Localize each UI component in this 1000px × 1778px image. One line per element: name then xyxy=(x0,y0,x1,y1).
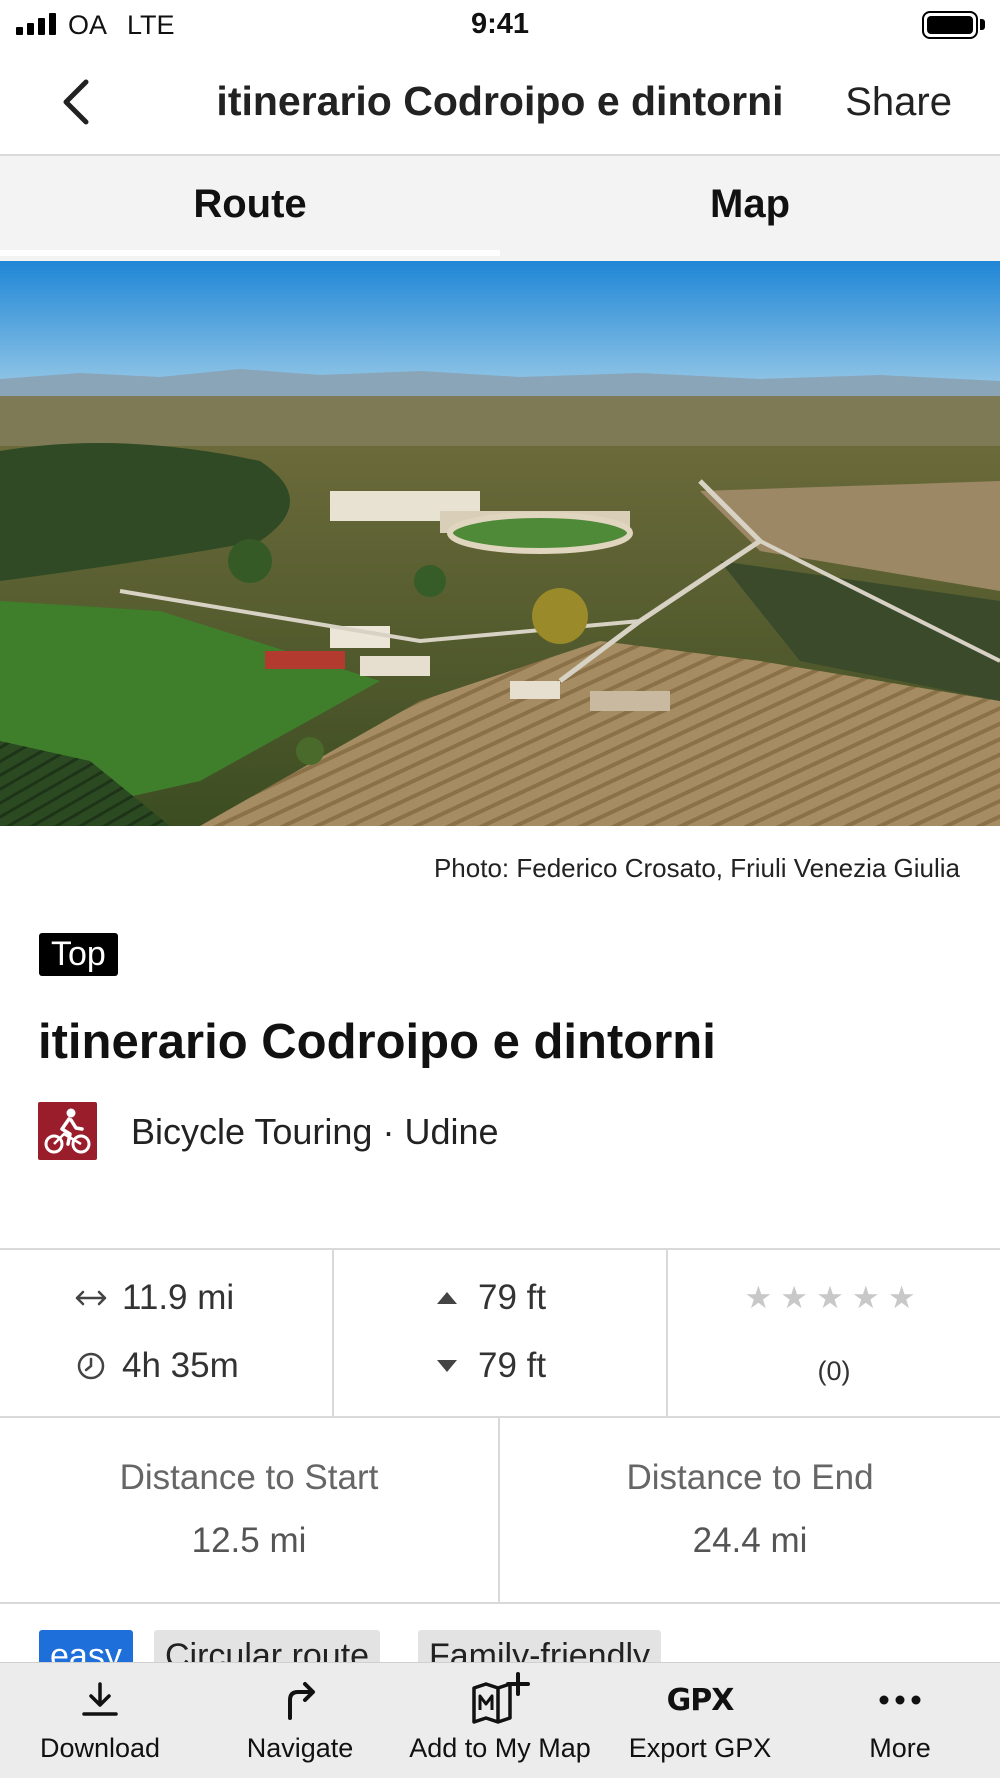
navigate-label: Navigate xyxy=(246,1733,354,1763)
top-badge: Top xyxy=(39,933,118,976)
back-button[interactable] xyxy=(50,72,110,132)
chevron-left-icon xyxy=(63,79,89,125)
bicycle-rider-icon xyxy=(38,1102,97,1160)
rating-stars[interactable]: ★★★★★ xyxy=(668,1280,1000,1316)
triangle-down-icon xyxy=(430,1349,464,1383)
more-button[interactable]: More xyxy=(800,1663,1000,1778)
clock-icon xyxy=(74,1349,108,1383)
tab-bar: Route Map xyxy=(0,156,1000,261)
navigate-button[interactable]: Navigate xyxy=(200,1663,400,1778)
turn-right-arrow-icon xyxy=(260,1675,340,1725)
download-button[interactable]: Download xyxy=(0,1663,200,1778)
stats-distance-duration: 11.9 mi 4h 35m xyxy=(0,1250,334,1418)
photo-credit: Photo: Federico Crosato, Friuli Venezia … xyxy=(433,853,960,883)
stat-distance: 11.9 mi xyxy=(74,1278,234,1318)
distance-to-end-label: Distance to End xyxy=(626,1458,874,1497)
gpx-icon: GPX xyxy=(660,1675,740,1725)
stats-elevation: 79 ft 79 ft xyxy=(334,1250,668,1418)
duration-value: 4h 35m xyxy=(122,1346,239,1385)
page-title: itinerario Codroipo e dintorni xyxy=(38,1015,716,1069)
download-icon xyxy=(60,1675,140,1725)
ascent-value: 79 ft xyxy=(478,1278,547,1317)
descent-value: 79 ft xyxy=(478,1346,547,1385)
distance-to-end-value: 24.4 mi xyxy=(692,1521,808,1560)
activity-and-region[interactable]: Bicycle Touring · Udine xyxy=(131,1111,499,1153)
distance-to-start-label: Distance to Start xyxy=(119,1458,379,1497)
star-icon: ★ xyxy=(744,1280,781,1315)
distance-to-start: Distance to Start 12.5 mi xyxy=(0,1418,500,1602)
more-label: More xyxy=(869,1733,931,1763)
star-icon: ★ xyxy=(887,1280,924,1315)
nav-bar: itinerario Codroipo e dintorni Share xyxy=(0,52,1000,156)
distances-panel: Distance to Start 12.5 mi Distance to En… xyxy=(0,1418,1000,1604)
battery-icon xyxy=(922,11,978,39)
hero-photo[interactable] xyxy=(0,261,1000,826)
status-time: 9:41 xyxy=(470,8,530,40)
tab-selected-indicator xyxy=(0,250,500,256)
tab-map[interactable]: Map xyxy=(500,156,1000,261)
tab-route[interactable]: Route xyxy=(0,156,500,261)
triangle-up-icon xyxy=(430,1281,464,1315)
battery-tip xyxy=(980,19,985,30)
landscape-photo xyxy=(0,261,1000,826)
distance-to-start-value: 12.5 mi xyxy=(191,1521,307,1560)
star-icon: ★ xyxy=(780,1280,817,1315)
download-label: Download xyxy=(39,1733,161,1763)
rating-count: (0) xyxy=(817,1356,851,1386)
stats-rating[interactable]: ★★★★★ (0) xyxy=(668,1250,1000,1418)
stats-panel: 11.9 mi 4h 35m 79 ft 79 ft ★★★★★ (0) xyxy=(0,1248,1000,1418)
distance-value: 11.9 mi xyxy=(122,1278,235,1317)
export-gpx-button[interactable]: GPX Export GPX xyxy=(600,1663,800,1778)
star-icon: ★ xyxy=(816,1280,852,1315)
distance-to-end: Distance to End 24.4 mi xyxy=(500,1418,1000,1602)
stat-duration: 4h 35m xyxy=(74,1346,239,1386)
share-button[interactable]: Share xyxy=(845,80,952,125)
ellipsis-icon xyxy=(860,1675,940,1725)
stat-descent: 79 ft xyxy=(430,1346,546,1386)
export-gpx-label: Export GPX xyxy=(628,1733,772,1763)
map-plus-icon xyxy=(460,1672,540,1725)
stat-ascent: 79 ft xyxy=(430,1278,546,1318)
nav-title: itinerario Codroipo e dintorni xyxy=(216,78,784,124)
gpx-icon-text: GPX xyxy=(666,1682,735,1718)
status-bar: OA LTE 9:41 xyxy=(0,0,1000,52)
star-icon: ★ xyxy=(851,1280,888,1315)
bottom-toolbar: Download Navigate Add to My Map GPX Expo… xyxy=(0,1662,1000,1778)
add-to-my-map-label: Add to My Map xyxy=(409,1733,591,1763)
add-to-my-map-button[interactable]: Add to My Map xyxy=(400,1663,600,1778)
horizontal-arrows-icon xyxy=(74,1281,108,1315)
